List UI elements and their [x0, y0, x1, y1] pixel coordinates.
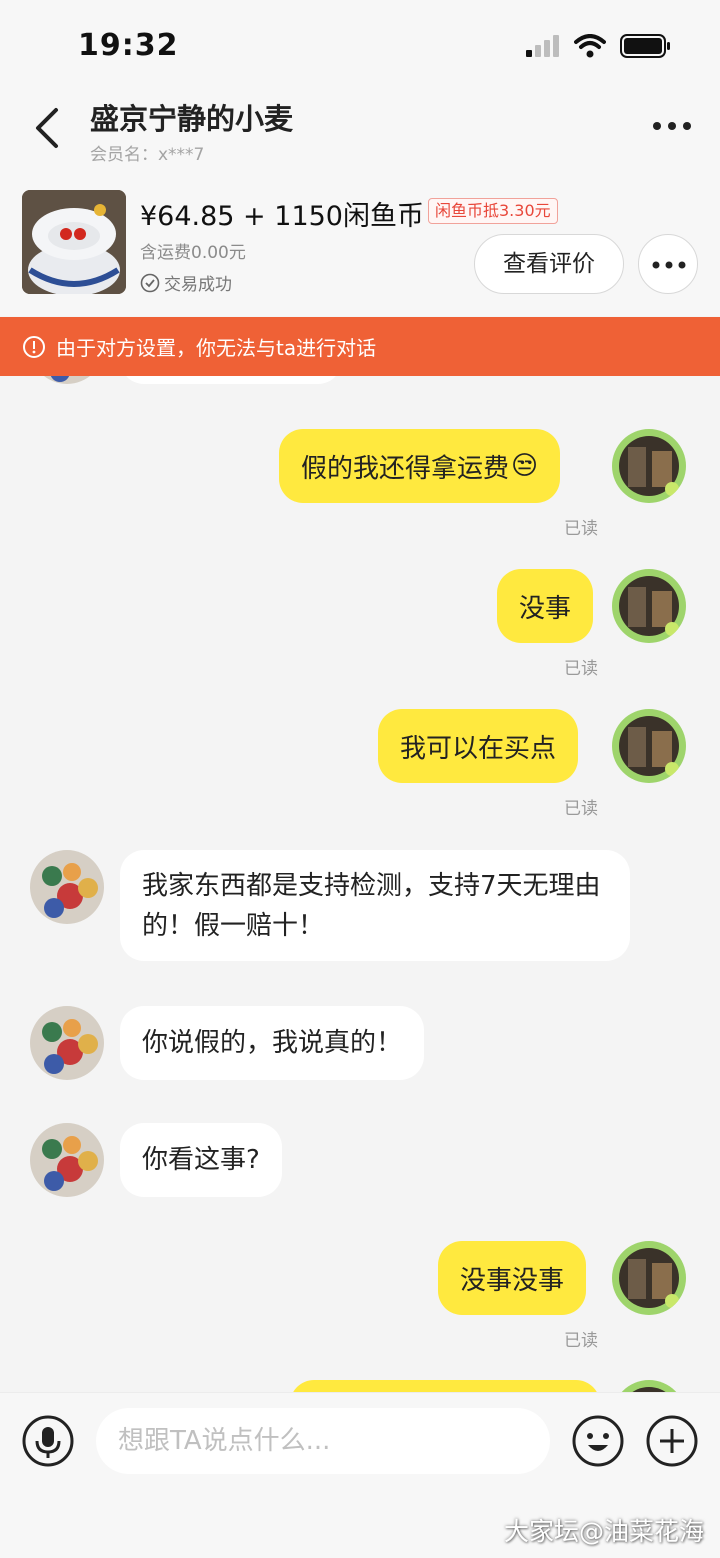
- other-avatar[interactable]: [30, 1006, 104, 1080]
- message-text: 你看这事?: [142, 1145, 260, 1175]
- status-bar: 19:32: [0, 0, 720, 90]
- alert-icon: [23, 335, 45, 358]
- deal-status-label: 交易成功: [164, 275, 232, 295]
- view-review-button[interactable]: 查看评价: [474, 234, 624, 294]
- coin-discount-badge: 闲鱼币抵3.30元: [428, 198, 558, 224]
- product-card[interactable]: ¥64.85 + 1150闲鱼币 闲鱼币抵3.30元 含运费0.00元 交易成功…: [0, 182, 720, 316]
- check-circle-icon: [140, 273, 160, 292]
- my-avatar[interactable]: [612, 709, 686, 783]
- watermark: 大家坛@油菜花海: [503, 1517, 704, 1546]
- contact-name: 盛京宁静的小麦: [90, 102, 294, 136]
- read-receipt: 已读: [564, 519, 598, 539]
- message-bubble-theirs[interactable]: 你看这事?: [120, 1123, 282, 1197]
- member-id: x***7: [158, 145, 205, 165]
- member-label: 会员名：: [90, 145, 158, 165]
- message-text: 没事没事: [460, 1265, 565, 1296]
- plus-icon[interactable]: [646, 1415, 698, 1467]
- more-icon[interactable]: [652, 118, 692, 134]
- back-icon[interactable]: [30, 106, 66, 150]
- microphone-icon[interactable]: [22, 1415, 74, 1467]
- my-avatar[interactable]: [612, 569, 686, 643]
- member-line: 会员名：x***7: [90, 140, 204, 165]
- message-bubble-mine[interactable]: 没事没事: [438, 1241, 587, 1315]
- message-bubble-mine[interactable]: 假的我还得拿运费 😒: [279, 429, 561, 503]
- message-text: 没事: [519, 593, 572, 624]
- message-bubble-mine[interactable]: 我可以在买点: [378, 709, 579, 783]
- message-text: 我家东西都是支持检测，支持7天无理由的！假一赔十！: [142, 870, 601, 941]
- message-bubble-partial[interactable]: [290, 1380, 600, 1392]
- unamused-emoji: 😒: [511, 451, 539, 481]
- bottom-safe-area: 大家坛@油菜花海: [0, 1488, 720, 1558]
- chat-header: 盛京宁静的小麦 会员名：x***7: [0, 90, 720, 182]
- battery-icon: [620, 34, 670, 58]
- message-bubble-partial[interactable]: [120, 376, 342, 384]
- read-receipt: 已读: [564, 799, 598, 819]
- product-price: ¥64.85 + 1150闲鱼币: [140, 201, 424, 232]
- status-time: 19:32: [78, 28, 179, 63]
- message-bubble-theirs[interactable]: 我家东西都是支持检测，支持7天无理由的！假一赔十！: [120, 850, 630, 961]
- input-bar: [0, 1392, 720, 1488]
- message-input[interactable]: [96, 1408, 550, 1474]
- notice-bar: 由于对方设置，你无法与ta进行对话: [0, 317, 720, 376]
- deal-status: 交易成功: [140, 270, 232, 295]
- message-bubble-mine[interactable]: 没事: [497, 569, 594, 643]
- message-text: 你说假的，我说真的！: [142, 1028, 403, 1058]
- message-bubble-theirs[interactable]: 你说假的，我说真的！: [120, 1006, 425, 1080]
- emoji-icon[interactable]: [572, 1415, 624, 1467]
- signal-icon: [526, 35, 559, 57]
- status-icons: [526, 34, 672, 58]
- read-receipt: 已读: [564, 659, 598, 679]
- more-dots-icon: [652, 261, 686, 269]
- my-avatar[interactable]: [612, 429, 686, 503]
- chat-message-list[interactable]: 假的我还得拿运费 😒 已读 没事 已读 我可以在买点 已读 我家东西都是支持检测…: [0, 376, 720, 1392]
- my-avatar[interactable]: [612, 1241, 686, 1315]
- card-more-button[interactable]: [638, 234, 698, 294]
- other-avatar[interactable]: [30, 376, 104, 384]
- message-text: 假的我还得拿运费: [301, 453, 510, 484]
- other-avatar[interactable]: [30, 1123, 104, 1197]
- shipping-fee: 含运费0.00元: [140, 243, 246, 263]
- product-thumbnail[interactable]: [22, 190, 126, 294]
- notice-text: 由于对方设置，你无法与ta进行对话: [56, 336, 377, 360]
- wifi-icon: [574, 34, 606, 58]
- my-avatar[interactable]: [612, 1380, 686, 1392]
- message-text: 我可以在买点: [400, 733, 557, 764]
- read-receipt: 已读: [564, 1331, 598, 1351]
- other-avatar[interactable]: [30, 850, 104, 924]
